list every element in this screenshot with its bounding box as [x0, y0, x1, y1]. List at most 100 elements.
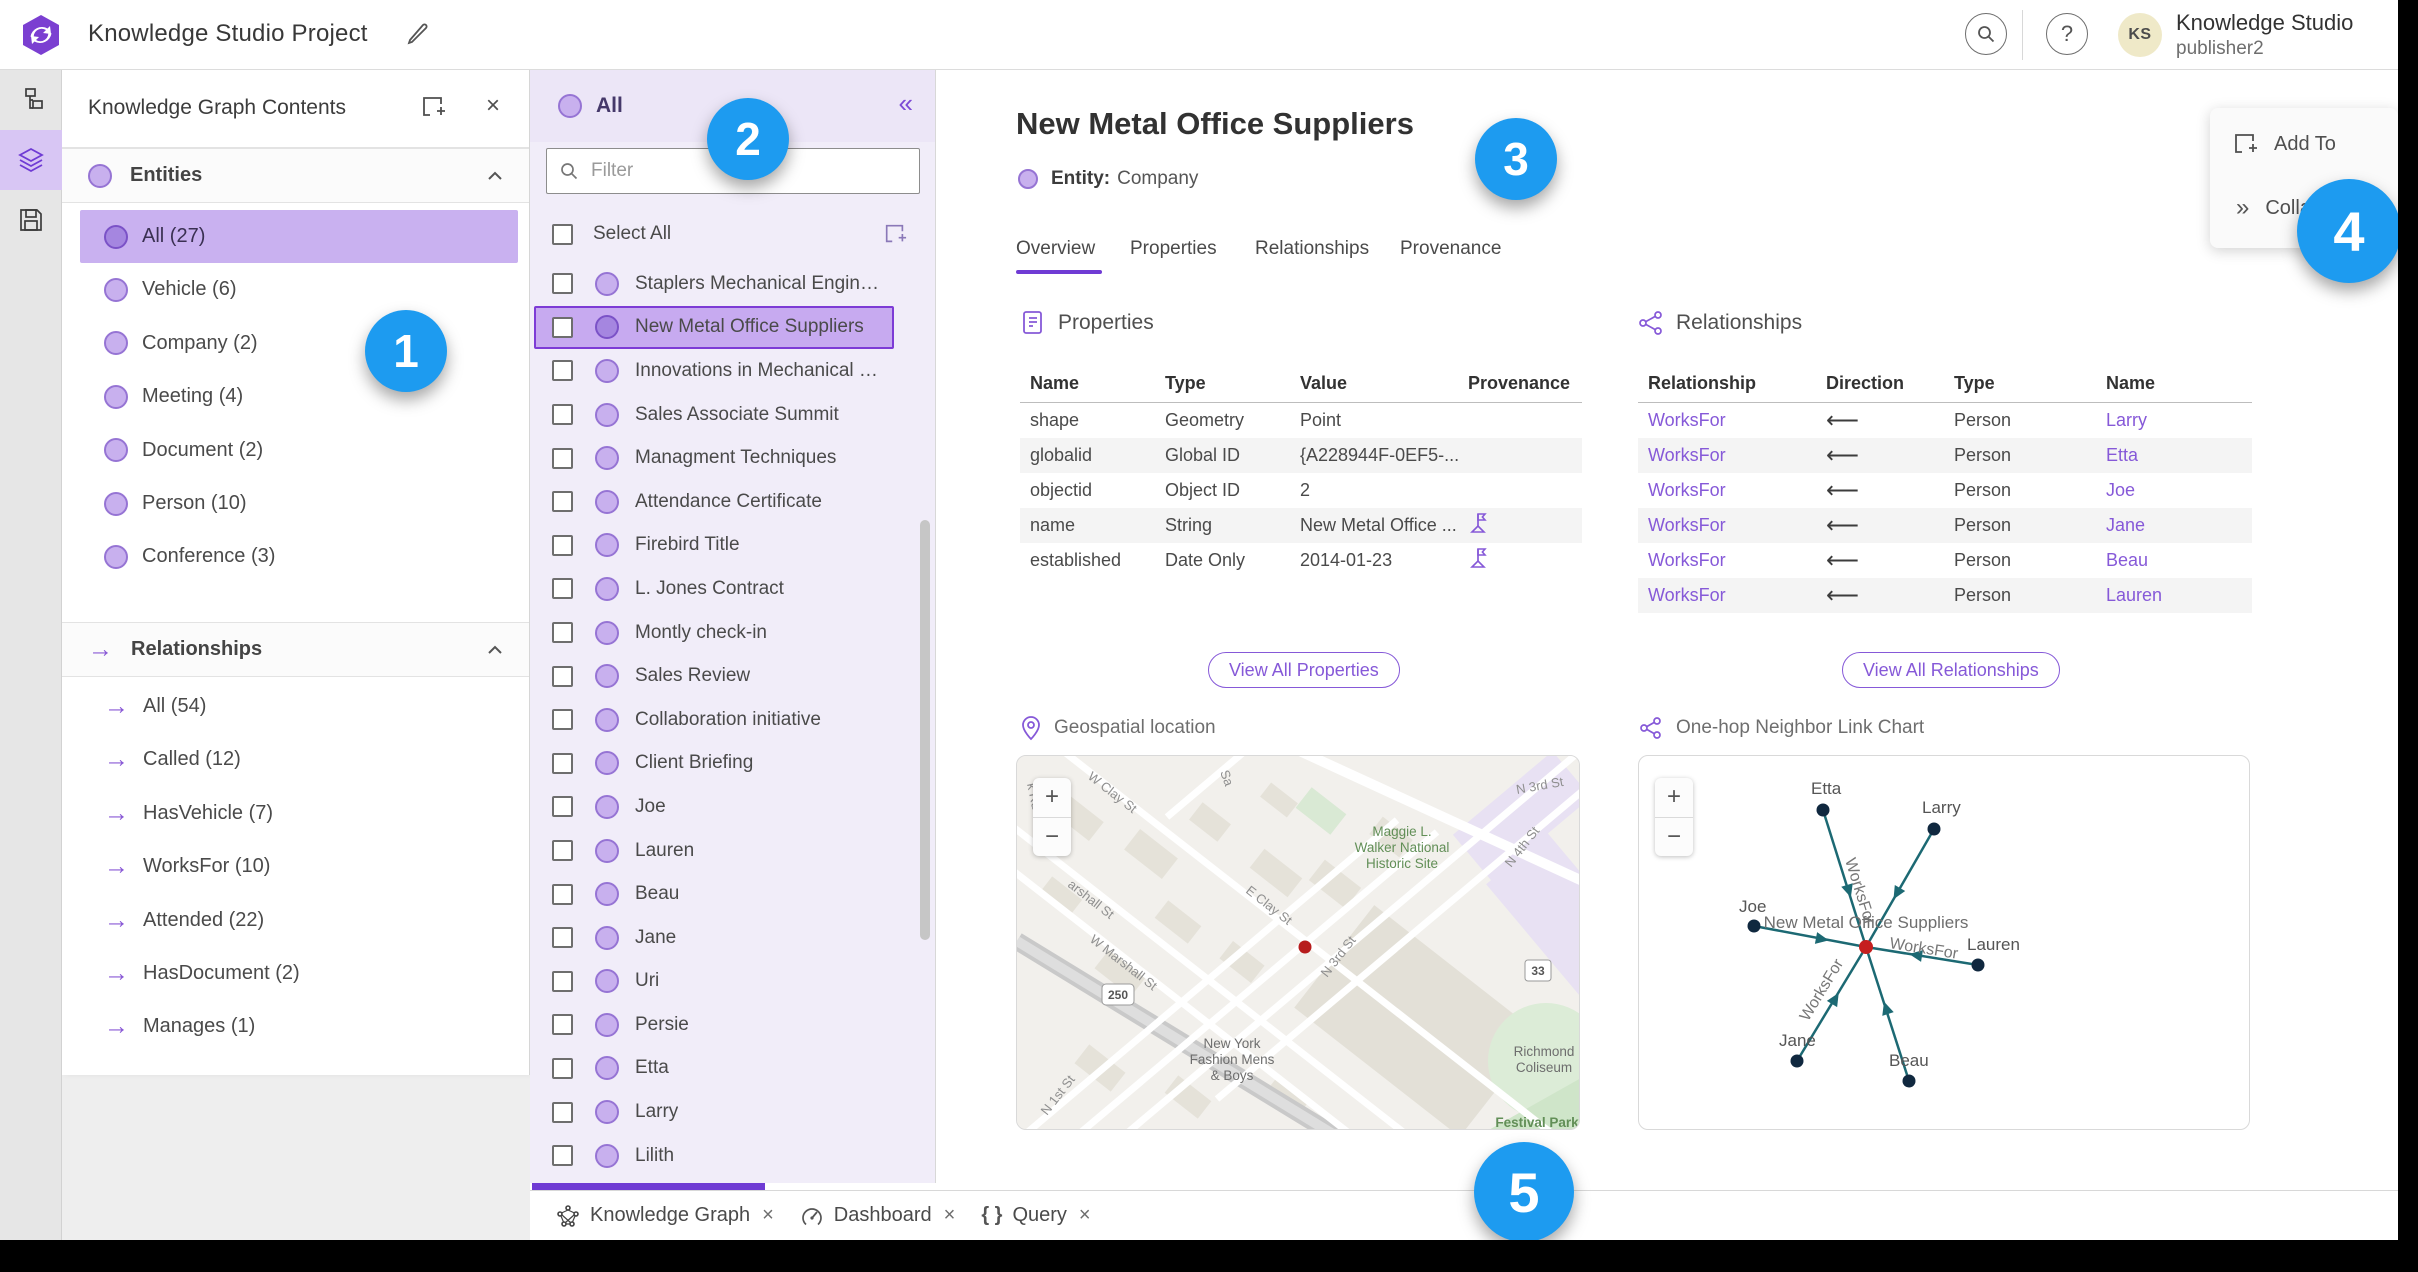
list-item-checkbox[interactable]	[552, 796, 573, 818]
add-selection-button[interactable]	[883, 222, 907, 249]
entity-type-item[interactable]: Document (2)	[80, 424, 518, 477]
list-item[interactable]: Sales Associate Summit	[530, 393, 935, 437]
entity-type-item[interactable]: Meeting (4)	[80, 370, 518, 423]
list-item-checkbox[interactable]	[552, 970, 573, 992]
list-item-checkbox[interactable]	[552, 578, 573, 600]
rail-layers-button[interactable]	[0, 130, 62, 190]
relationship-link[interactable]: WorksFor	[1638, 480, 1816, 501]
relationship-type-item[interactable]: → HasDocument (2)	[80, 947, 518, 1000]
list-item[interactable]: Joe	[530, 785, 935, 829]
list-item[interactable]: Attendance Certificate	[530, 480, 935, 524]
list-item-checkbox[interactable]	[552, 883, 573, 905]
relationship-type-item[interactable]: → Attended (22)	[80, 894, 518, 947]
rail-save-button[interactable]	[0, 190, 62, 250]
property-row[interactable]: name String New Metal Office ...	[1020, 508, 1582, 543]
relationship-row[interactable]: WorksFor ⟵ Person Etta	[1638, 438, 2252, 473]
add-to-new-button[interactable]	[420, 94, 446, 123]
list-scrollbar[interactable]	[920, 520, 930, 940]
chart-zoom-in-button[interactable]: +	[1655, 778, 1693, 818]
add-to-menu-item[interactable]: Add To	[2210, 122, 2398, 166]
bottom-tab-dashboard[interactable]: Dashboard ×	[800, 1204, 955, 1228]
list-item-checkbox[interactable]	[552, 622, 573, 644]
tab-properties[interactable]: Properties	[1130, 238, 1217, 260]
entity-type-item[interactable]: All (27)	[80, 210, 518, 263]
list-item[interactable]: Client Briefing	[530, 742, 935, 786]
list-item[interactable]: Firebird Title	[530, 524, 935, 568]
select-all-checkbox[interactable]	[552, 223, 573, 245]
list-item[interactable]: Collaboration initiative	[530, 698, 935, 742]
related-entity-link[interactable]: Etta	[2096, 445, 2252, 466]
list-item[interactable]: Innovations in Mechanical Engin...	[530, 349, 935, 393]
entity-type-item[interactable]: Person (10)	[80, 477, 518, 530]
node-joe[interactable]	[1747, 919, 1761, 933]
rail-schema-button[interactable]	[0, 70, 62, 130]
list-item-checkbox[interactable]	[552, 1145, 573, 1167]
node-etta[interactable]	[1816, 803, 1830, 817]
collapse-panel-icon[interactable]: «	[899, 88, 913, 119]
list-item[interactable]: Lauren	[530, 829, 935, 873]
node-jane[interactable]	[1790, 1054, 1804, 1068]
list-item[interactable]: Uri	[530, 960, 935, 1004]
list-item[interactable]: Sales Review	[530, 654, 935, 698]
list-item-checkbox[interactable]	[552, 534, 573, 556]
node-beau[interactable]	[1902, 1074, 1916, 1088]
close-tab-icon[interactable]: ×	[1079, 1204, 1091, 1227]
list-item-checkbox[interactable]	[552, 447, 573, 469]
list-item[interactable]: Jane	[530, 916, 935, 960]
chart-zoom-out-button[interactable]: −	[1655, 818, 1693, 857]
relationship-link[interactable]: WorksFor	[1638, 550, 1816, 571]
list-item[interactable]: Montly check-in	[530, 611, 935, 655]
relationships-section-header[interactable]: → Relationships	[62, 622, 529, 677]
provenance-flag-icon[interactable]	[1468, 547, 1488, 569]
relationship-row[interactable]: WorksFor ⟵ Person Lauren	[1638, 578, 2252, 613]
relationship-type-item[interactable]: → All (54)	[80, 680, 518, 733]
node-center[interactable]	[1859, 940, 1873, 954]
relationship-row[interactable]: WorksFor ⟵ Person Beau	[1638, 543, 2252, 578]
list-item-checkbox[interactable]	[552, 491, 573, 513]
relationship-link[interactable]: WorksFor	[1638, 585, 1816, 606]
tab-overview[interactable]: Overview	[1016, 238, 1095, 260]
list-item-checkbox[interactable]	[552, 1014, 573, 1036]
entities-section-header[interactable]: Entities	[62, 148, 529, 203]
node-lauren[interactable]	[1971, 958, 1985, 972]
select-all-row[interactable]: Select All	[530, 210, 935, 258]
bottom-tab-query[interactable]: { } Query ×	[981, 1204, 1090, 1227]
list-item-checkbox[interactable]	[552, 1101, 573, 1123]
tab-provenance[interactable]: Provenance	[1400, 238, 1501, 260]
list-item[interactable]: Larry	[530, 1090, 935, 1134]
entity-type-item[interactable]: Conference (3)	[80, 530, 518, 583]
property-row[interactable]: established Date Only 2014-01-23	[1020, 543, 1582, 578]
entity-type-item[interactable]: Company (2)	[80, 317, 518, 370]
related-entity-link[interactable]: Joe	[2096, 480, 2252, 501]
relationship-type-item[interactable]: → HasVehicle (7)	[80, 787, 518, 840]
list-item[interactable]: Managment Techniques	[530, 436, 935, 480]
list-item-checkbox[interactable]	[552, 404, 573, 426]
help-button[interactable]: ?	[2046, 13, 2088, 55]
relationship-row[interactable]: WorksFor ⟵ Person Larry	[1638, 403, 2252, 438]
list-item-checkbox[interactable]	[552, 665, 573, 687]
list-item-checkbox[interactable]	[552, 316, 573, 338]
map-zoom-out-button[interactable]: −	[1033, 818, 1071, 857]
view-all-properties-button[interactable]: View All Properties	[1208, 652, 1400, 688]
close-panel-icon[interactable]: ×	[486, 92, 500, 120]
avatar[interactable]: KS	[2118, 13, 2162, 57]
list-item-checkbox[interactable]	[552, 360, 573, 382]
property-row[interactable]: objectid Object ID 2	[1020, 473, 1582, 508]
relationship-link[interactable]: WorksFor	[1638, 410, 1816, 431]
related-entity-link[interactable]: Lauren	[2096, 585, 2252, 606]
search-button[interactable]	[1965, 13, 2007, 55]
list-item[interactable]: Beau	[530, 872, 935, 916]
list-item[interactable]: New Metal Office Suppliers	[534, 305, 894, 350]
related-entity-link[interactable]: Beau	[2096, 550, 2252, 571]
tab-relationships[interactable]: Relationships	[1255, 238, 1369, 260]
link-chart[interactable]: + − Etta Larry Joe Lauren Jane Beau New …	[1638, 755, 2250, 1130]
list-item-checkbox[interactable]	[552, 273, 573, 295]
related-entity-link[interactable]: Jane	[2096, 515, 2252, 536]
list-item-checkbox[interactable]	[552, 752, 573, 774]
geospatial-map[interactable]: + − W Clay St Sa N 3rd St N 4th St arsha…	[1016, 755, 1580, 1130]
relationship-row[interactable]: WorksFor ⟵ Person Jane	[1638, 508, 2252, 543]
relationship-type-item[interactable]: → Manages (1)	[80, 1000, 518, 1053]
list-item[interactable]: Persie	[530, 1003, 935, 1047]
list-item-checkbox[interactable]	[552, 927, 573, 949]
entity-type-item[interactable]: Vehicle (6)	[80, 263, 518, 316]
